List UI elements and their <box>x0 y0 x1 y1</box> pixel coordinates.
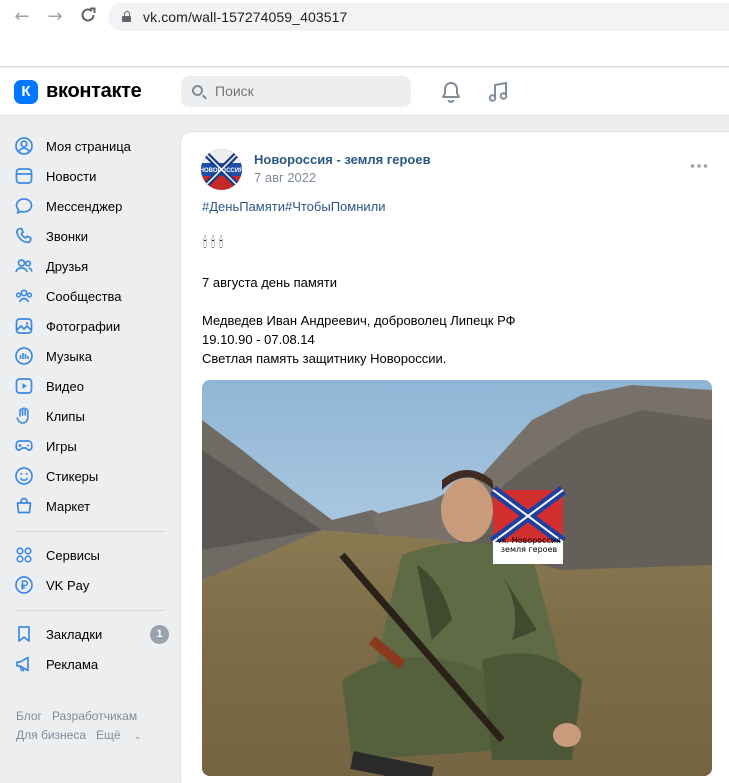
sidebar-item-stickers[interactable]: Стикеры <box>14 462 174 490</box>
sidebar-item-label: Реклама <box>46 656 99 672</box>
sidebar-item-music[interactable]: Музыка <box>14 342 174 370</box>
browser-toolbar: ← → vk.com/wall-157274059_403517 <box>0 0 729 67</box>
sidebar-item-label: Звонки <box>46 228 88 244</box>
reload-icon[interactable] <box>77 6 99 28</box>
chevron-down-icon: ⌄ <box>133 731 142 741</box>
sidebar-item-services[interactable]: Сервисы <box>14 541 174 569</box>
more-dots-icon[interactable] <box>690 158 710 178</box>
search-box[interactable] <box>181 76 411 107</box>
user-circle-icon <box>14 136 34 156</box>
clips-icon <box>14 406 34 426</box>
post-text-line: 19.10.90 - 07.08.14 <box>202 332 315 347</box>
footer-links-row2: Для бизнеса Ещё ⌄ <box>16 728 161 742</box>
video-icon <box>14 376 34 396</box>
sidebar-item-label: Сервисы <box>46 547 100 563</box>
photo-icon <box>14 316 34 336</box>
communities-icon <box>14 286 34 306</box>
sidebar-item-label: Стикеры <box>46 468 99 484</box>
sidebar-item-photos[interactable]: Фотографии <box>14 312 174 340</box>
sidebar-item-news[interactable]: Новости <box>14 162 174 190</box>
footer-link-more[interactable]: Ещё ⌄ <box>96 728 151 742</box>
sidebar-item-label: VK Pay <box>46 577 90 593</box>
sidebar-item-friends[interactable]: Друзья <box>14 252 174 280</box>
footer-links-row1: Блог Разработчикам <box>16 709 147 723</box>
url-text: vk.com/wall-157274059_403517 <box>143 9 348 25</box>
sidebar-item-ads[interactable]: Реклама <box>14 650 174 678</box>
post-text-line: 7 августа день памяти <box>202 275 338 290</box>
music-note-icon[interactable] <box>486 80 510 104</box>
count-badge: 1 <box>150 625 169 644</box>
sidebar-divider <box>16 531 165 532</box>
sidebar-item-calls[interactable]: Звонки <box>14 222 174 250</box>
sidebar-item-label: Игры <box>46 438 77 454</box>
vk-header: К вконтакте <box>0 68 729 116</box>
friends-icon <box>14 256 34 276</box>
sidebar-item-label: Закладки <box>46 626 103 642</box>
post-hashtags[interactable]: #ДеньПамяти#ЧтобыПомнили <box>202 199 386 214</box>
sidebar-divider <box>16 610 165 611</box>
bell-icon[interactable] <box>440 80 462 104</box>
footer-link-developers[interactable]: Разработчикам <box>52 709 137 723</box>
footer-link-blog[interactable]: Блог <box>16 709 42 723</box>
sidebar-item-label: Видео <box>46 378 84 394</box>
bookmark-icon <box>14 624 34 644</box>
sidebar-item-label: Клипы <box>46 408 85 424</box>
address-bar[interactable]: vk.com/wall-157274059_403517 <box>108 3 729 31</box>
post-date[interactable]: 7 авг 2022 <box>254 170 316 185</box>
bag-icon <box>14 496 34 516</box>
svg-text:НОВОРОССИЯ: НОВОРОССИЯ <box>201 168 242 174</box>
vk-logo-icon[interactable]: К <box>14 80 38 104</box>
post-card: НОВОРОССИЯ Новороссия - земля героев 7 а… <box>180 131 729 783</box>
sidebar-item-vkpay[interactable]: VK Pay <box>14 571 174 599</box>
watermark-text: vk. Новороссия земля героев <box>497 536 561 554</box>
sidebar-item-label: Новости <box>46 168 97 184</box>
post-text-line: Медведев Иван Андреевич, доброволец Липе… <box>202 313 516 328</box>
sidebar-item-label: Музыка <box>46 348 92 364</box>
sidebar-item-bookmarks[interactable]: Закладки 1 <box>14 620 174 648</box>
sidebar-item-messenger[interactable]: Мессенджер <box>14 192 174 220</box>
arrow-left-icon[interactable]: ← <box>11 6 33 28</box>
sidebar-item-label: Маркет <box>46 498 91 514</box>
search-icon <box>192 85 203 96</box>
message-icon <box>14 196 34 216</box>
megaphone-icon <box>14 654 34 674</box>
music-bars-icon <box>14 346 34 366</box>
sidebar-item-communities[interactable]: Сообщества <box>14 282 174 310</box>
services-icon <box>14 545 34 565</box>
group-name-link[interactable]: Новороссия - земля героев <box>254 152 431 167</box>
phone-icon <box>14 226 34 246</box>
sidebar-item-label: Сообщества <box>46 288 122 304</box>
sidebar-item-market[interactable]: Маркет <box>14 492 174 520</box>
post-photo[interactable]: vk. Новороссия земля героев <box>202 380 712 776</box>
lock-icon <box>122 11 131 22</box>
news-icon <box>14 166 34 186</box>
gamepad-icon <box>14 436 34 456</box>
sidebar-item-clips[interactable]: Клипы <box>14 402 174 430</box>
sidebar-item-label: Друзья <box>46 258 89 274</box>
post-text-line: Светлая память защитнику Новороссии. <box>202 351 447 366</box>
sidebar-item-video[interactable]: Видео <box>14 372 174 400</box>
vk-wordmark[interactable]: вконтакте <box>46 80 142 103</box>
sidebar-item-label: Моя страница <box>46 138 131 154</box>
footer-link-business[interactable]: Для бизнеса <box>16 728 86 742</box>
smile-icon <box>14 466 34 486</box>
sidebar-item-label: Мессенджер <box>46 198 123 214</box>
sidebar-item-games[interactable]: Игры <box>14 432 174 460</box>
vkpay-icon <box>14 575 34 595</box>
sidebar-item-label: Фотографии <box>46 318 121 334</box>
group-avatar[interactable]: НОВОРОССИЯ <box>201 149 242 190</box>
arrow-right-icon[interactable]: → <box>44 6 66 28</box>
search-input[interactable] <box>215 83 395 99</box>
sidebar-item-my-page[interactable]: Моя страница <box>14 132 174 160</box>
candle-emojis: 🕯🕯🕯 <box>203 234 227 250</box>
